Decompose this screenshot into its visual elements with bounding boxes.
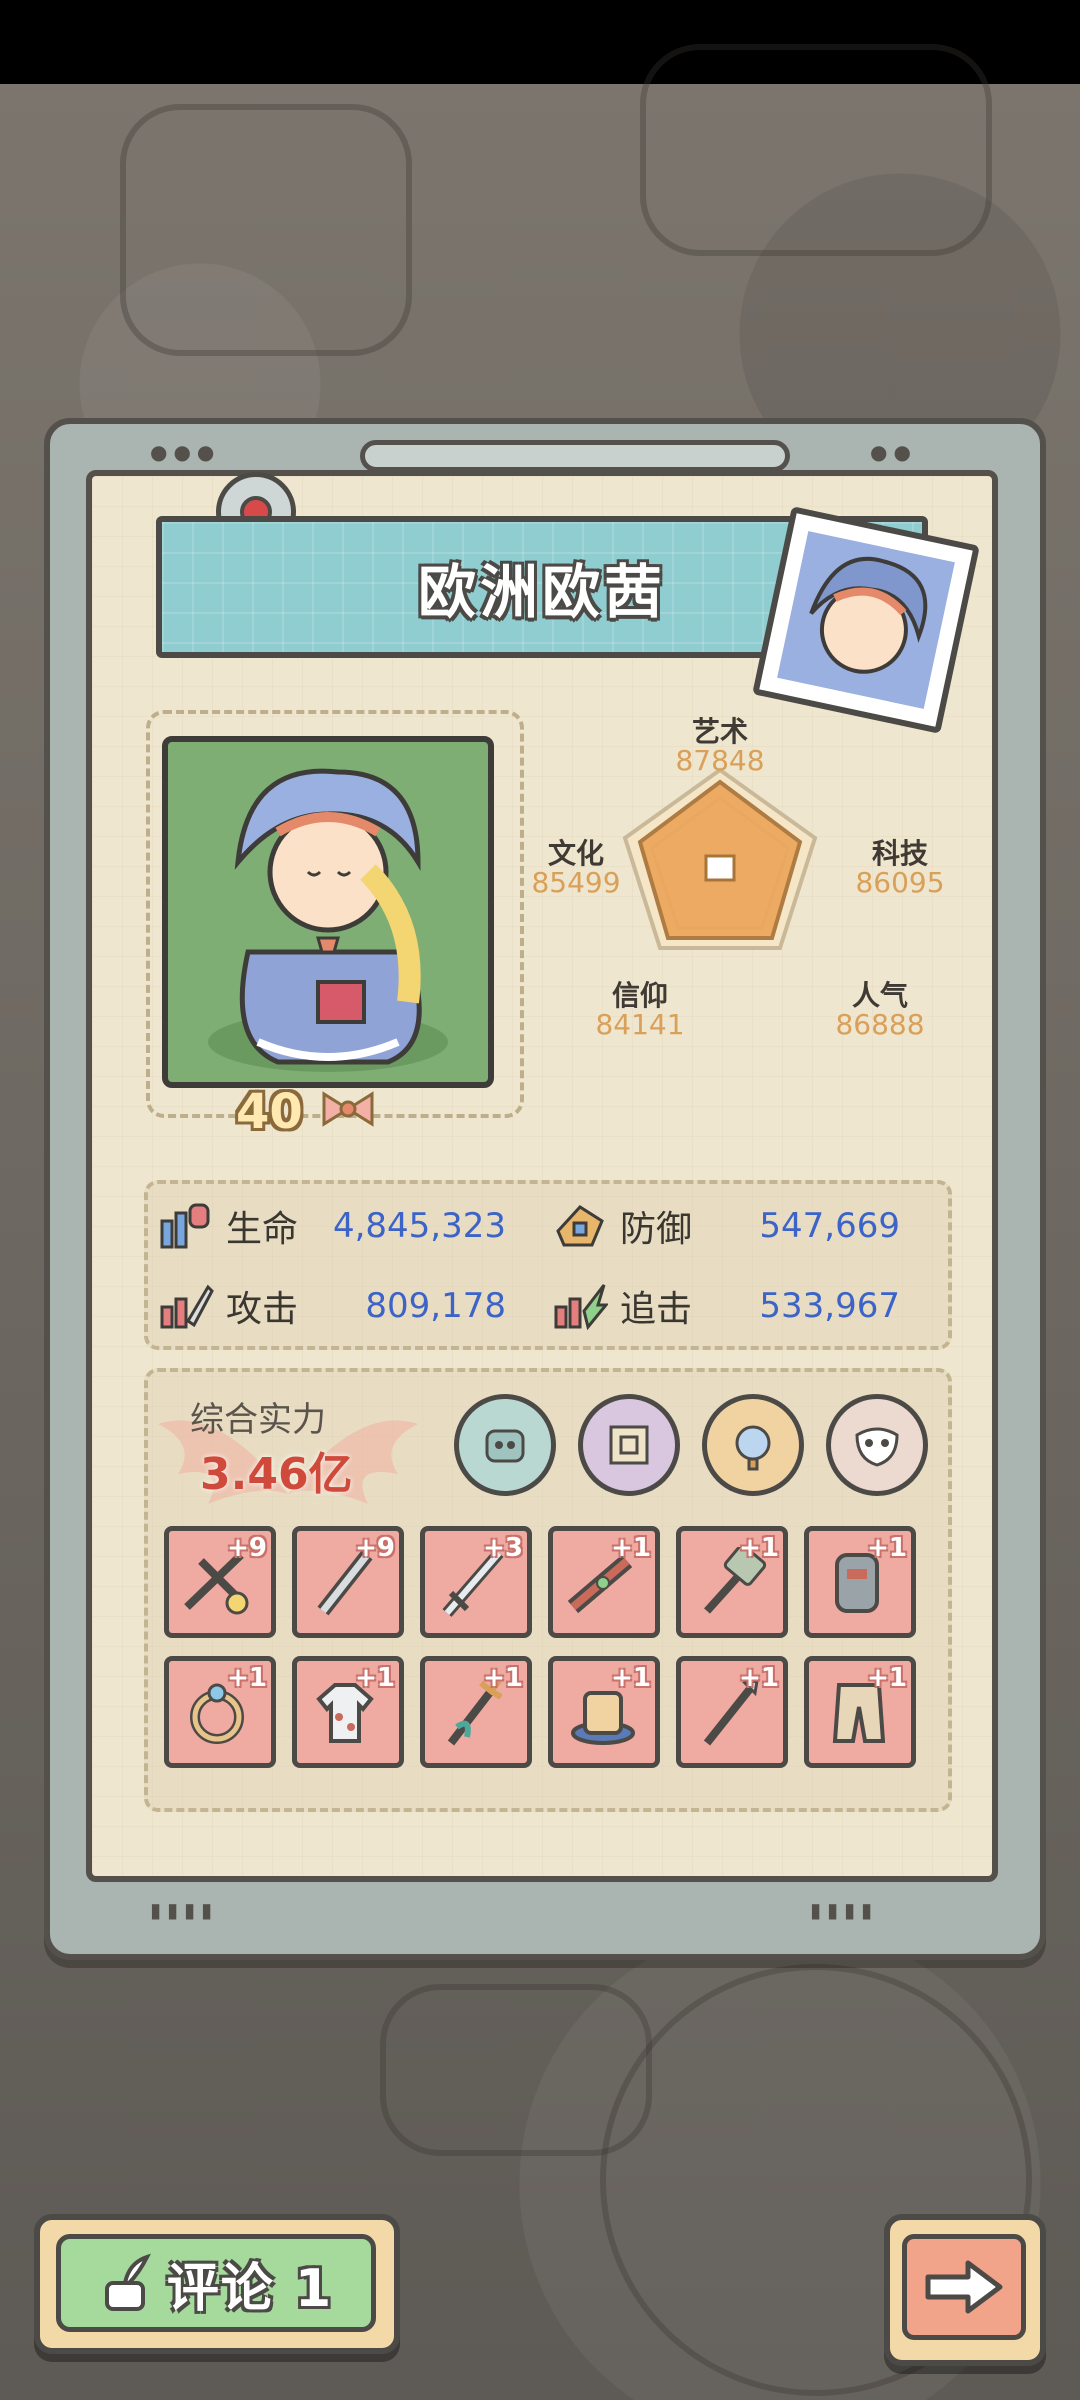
stat-pursuit: 追击 533,967 — [552, 1276, 900, 1336]
character-illustration-icon — [208, 768, 448, 1072]
stat-value-attack: 809,178 — [365, 1286, 506, 1326]
equipment-level: +1 — [355, 1663, 395, 1693]
comment-button-face: 评论 1 — [56, 2234, 376, 2332]
equipment-slot-8[interactable]: +1 — [292, 1656, 404, 1768]
equipment-slot-1[interactable]: +9 — [164, 1526, 276, 1638]
stat-label-defense: 防御 — [620, 1209, 693, 1250]
radar-chart-icon — [622, 767, 818, 950]
equipment-slot-2[interactable]: +9 — [292, 1526, 404, 1638]
bow-ribbon-icon — [322, 1091, 374, 1127]
stat-label-attack: 攻击 — [226, 1289, 299, 1330]
equipment-level: +1 — [483, 1663, 523, 1693]
equipment-slot-12[interactable]: +1 — [804, 1656, 916, 1768]
next-button[interactable] — [884, 2214, 1046, 2366]
mirror-icon — [735, 1425, 771, 1471]
mask-icon — [855, 1427, 899, 1467]
attack-icon — [160, 1284, 214, 1329]
equipment-level: +1 — [611, 1533, 651, 1563]
character-info-panel: ●●● ●● 欧洲欧茜 40 艺术 87848 科技 86095 人气 8688… — [44, 418, 1046, 1960]
robot-partner-icon[interactable] — [454, 1394, 556, 1496]
panel-rivets: ●● — [870, 440, 917, 464]
mask-partner-icon[interactable] — [826, 1394, 928, 1496]
stat-label-health: 生命 — [226, 1209, 299, 1250]
attr-value-popularity: 86888 — [835, 1008, 925, 1041]
avatar-icon — [777, 531, 955, 709]
character-portrait[interactable] — [162, 736, 494, 1088]
map-partner-icon[interactable] — [578, 1394, 680, 1496]
map-icon — [609, 1425, 649, 1465]
pursuit-icon — [554, 1284, 608, 1331]
stat-attack: 攻击 809,178 — [158, 1276, 506, 1336]
equipment-slot-6[interactable]: +1 — [804, 1526, 916, 1638]
robot-icon — [485, 1429, 525, 1463]
attr-value-faith: 84141 — [595, 1008, 685, 1041]
arrow-right-icon — [925, 2260, 1003, 2314]
next-button-face — [902, 2234, 1026, 2340]
defense-icon — [556, 1205, 604, 1247]
attr-value-culture: 85499 — [531, 866, 621, 899]
stat-value-defense: 547,669 — [759, 1206, 900, 1246]
equipment-level: +3 — [483, 1533, 523, 1563]
power-label: 综合实力 — [190, 1400, 326, 1440]
health-icon — [160, 1203, 210, 1249]
equipment-level: +1 — [611, 1663, 651, 1693]
stat-value-health: 4,845,323 — [332, 1206, 506, 1246]
quill-ink-icon — [104, 2253, 151, 2311]
comment-button-label: 评论 1 — [166, 2258, 334, 2319]
character-level: 40 — [236, 1084, 303, 1140]
mirror-partner-icon[interactable] — [702, 1394, 804, 1496]
panel-rivets: ●●● — [150, 440, 221, 464]
character-name: 欧洲欧茜 — [417, 558, 666, 626]
attribute-radar: 艺术 87848 科技 86095 人气 86888 信仰 84141 文化 8… — [530, 710, 1010, 1130]
equipment-level: +1 — [867, 1663, 907, 1693]
equipment-slot-3[interactable]: +3 — [420, 1526, 532, 1638]
equipment-slot-5[interactable]: +1 — [676, 1526, 788, 1638]
equipment-level: +9 — [355, 1533, 395, 1563]
equipment-slot-4[interactable]: +1 — [548, 1526, 660, 1638]
panel-rivets: ▮▮▮▮ — [810, 1898, 879, 1922]
equipment-level: +1 — [739, 1663, 779, 1693]
equipment-level: +1 — [739, 1533, 779, 1563]
comment-button[interactable]: 评论 1 — [34, 2214, 400, 2354]
equipment-slot-11[interactable]: +1 — [676, 1656, 788, 1768]
equipment-slot-9[interactable]: +1 — [420, 1656, 532, 1768]
attr-value-art: 87848 — [675, 744, 765, 777]
equipment-level: +9 — [227, 1533, 267, 1563]
stat-value-pursuit: 533,967 — [759, 1286, 900, 1326]
equipment-level: +1 — [867, 1533, 907, 1563]
panel-rivets: ▮▮▮▮ — [150, 1898, 219, 1922]
equipment-slot-10[interactable]: +1 — [548, 1656, 660, 1768]
power-value: 3.46亿 — [200, 1449, 353, 1500]
stat-label-pursuit: 追击 — [620, 1289, 693, 1330]
stat-health: 生命 4,845,323 — [158, 1196, 506, 1256]
equipment-slot-7[interactable]: +1 — [164, 1656, 276, 1768]
panel-top-rail — [360, 440, 790, 472]
equipment-level: +1 — [227, 1663, 267, 1693]
avatar-frame — [752, 506, 980, 734]
stat-defense: 防御 547,669 — [552, 1196, 900, 1256]
attr-value-tech: 86095 — [855, 866, 945, 899]
